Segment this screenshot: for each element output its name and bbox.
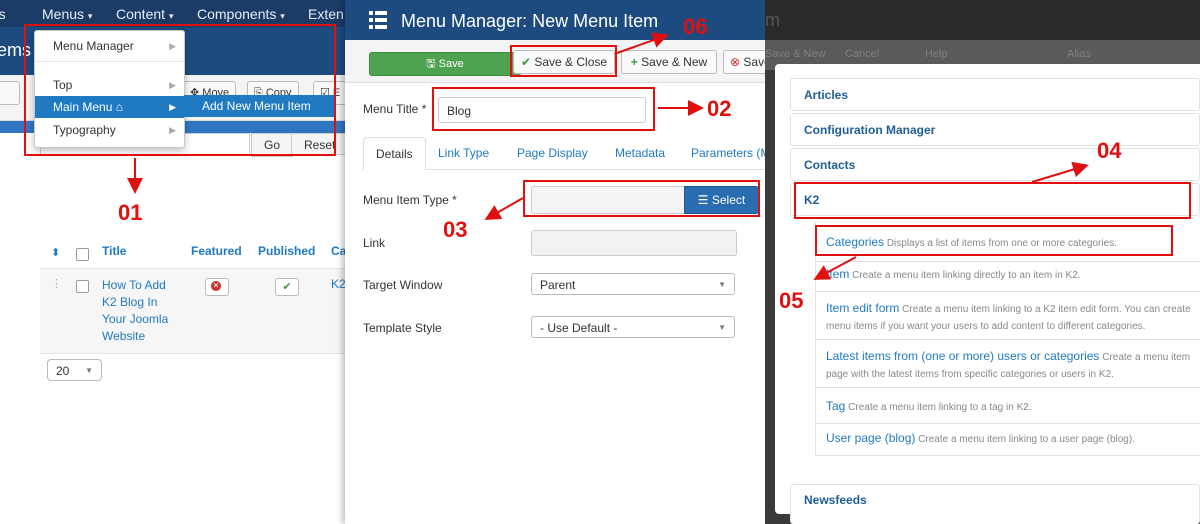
annotation-arrows (127, 32, 1089, 280)
arrow-03 (484, 197, 524, 220)
arrow-05 (813, 256, 857, 280)
arrow-04 (1031, 161, 1089, 183)
arrow-06 (616, 32, 669, 54)
